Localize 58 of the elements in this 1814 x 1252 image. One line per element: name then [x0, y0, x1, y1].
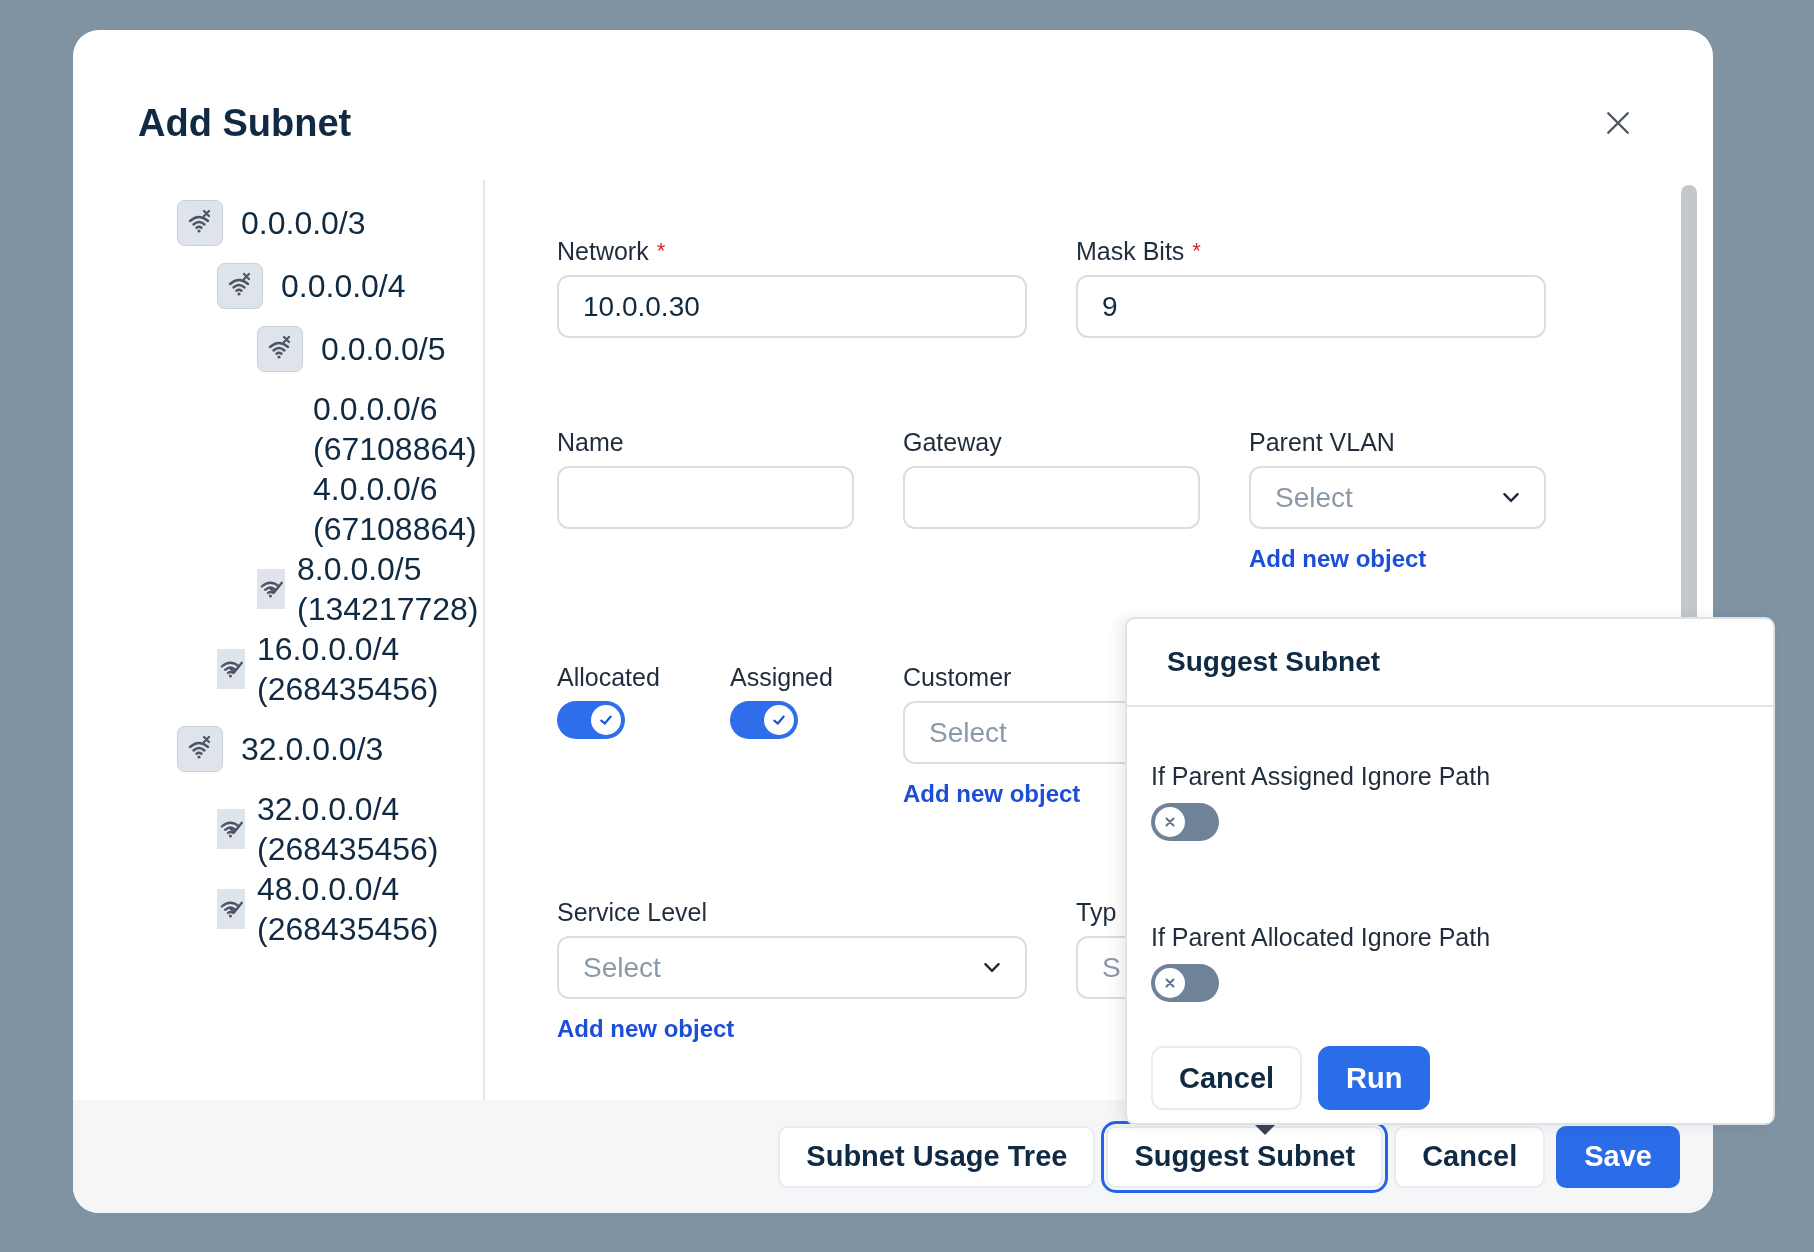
field-label: Mask Bits — [1076, 236, 1185, 266]
add-object-link[interactable]: Add new object — [557, 1015, 735, 1043]
field-label: Typ — [1076, 897, 1117, 927]
toggle-switch[interactable] — [730, 701, 798, 739]
option-label: If Parent Allocated Ignore Path — [1151, 923, 1491, 952]
wifi-check-icon[interactable] — [257, 569, 285, 609]
subnet-label[interactable]: 0.0.0.0/6 (67108864) — [313, 389, 477, 469]
check-icon — [772, 713, 786, 727]
wifi-off-icon[interactable] — [177, 200, 223, 246]
subnet-label[interactable]: 0.0.0.0/5 — [321, 329, 446, 369]
chevron-down-icon — [1502, 492, 1520, 503]
close-icon[interactable] — [1605, 110, 1631, 136]
toggle-switch[interactable] — [557, 701, 625, 739]
footer-button[interactable]: Subnet Usage Tree — [778, 1125, 1096, 1188]
wifi-check-icon[interactable] — [217, 889, 245, 929]
wifi-check-icon[interactable] — [217, 809, 245, 849]
subnet-label[interactable]: 16.0.0.0/4 (268435456) — [257, 629, 439, 709]
wifi-off-icon[interactable] — [257, 326, 303, 372]
option-label: If Parent Assigned Ignore Path — [1151, 762, 1491, 791]
toggle-switch[interactable] — [1151, 964, 1219, 1002]
field-label: Gateway — [903, 427, 1002, 457]
field-label: Network — [557, 236, 649, 266]
text-field[interactable]: 10.0.0.30 — [557, 275, 1027, 338]
field-label: Assigned — [730, 662, 833, 692]
wifi-off-icon[interactable] — [217, 263, 263, 309]
wifi-off-icon[interactable] — [177, 726, 223, 772]
check-icon — [599, 713, 613, 727]
subnet-label[interactable]: 0.0.0.0/3 — [241, 203, 366, 243]
toggle-switch[interactable] — [1151, 803, 1219, 841]
required-mark: * — [656, 238, 666, 264]
subnet-label[interactable]: 48.0.0.0/4 (268435456) — [257, 869, 439, 949]
subnet-label[interactable]: 0.0.0.0/4 — [281, 266, 406, 306]
popover-button[interactable]: Run — [1318, 1046, 1431, 1110]
field-label: Customer — [903, 662, 1012, 692]
field-label: Service Level — [557, 897, 708, 927]
wifi-check-icon[interactable] — [217, 649, 245, 689]
subnet-label[interactable]: 32.0.0.0/3 — [241, 729, 384, 769]
text-field[interactable] — [903, 466, 1200, 529]
subnet-label[interactable]: 32.0.0.0/4 (268435456) — [257, 789, 439, 869]
subnet-label[interactable]: 8.0.0.0/5 (134217728) — [297, 549, 479, 629]
popover-pointer — [1253, 1123, 1277, 1137]
x-icon — [1163, 976, 1177, 990]
field-label: Allocated — [557, 662, 660, 692]
dialog-title: Add Subnet — [138, 101, 352, 145]
add-object-link[interactable]: Add new object — [903, 780, 1081, 808]
chevron-down-icon — [983, 962, 1001, 973]
add-object-link[interactable]: Add new object — [1249, 545, 1427, 573]
text-field[interactable] — [557, 466, 854, 529]
text-field[interactable]: 9 — [1076, 275, 1546, 338]
field-label: Name — [557, 427, 624, 457]
popover-title: Suggest Subnet — [1127, 619, 1773, 707]
footer-button[interactable]: Cancel — [1394, 1125, 1546, 1188]
subnet-label[interactable]: 4.0.0.0/6 (67108864) — [313, 469, 477, 549]
x-icon — [1163, 815, 1177, 829]
required-mark: * — [1192, 238, 1201, 264]
popover-button[interactable]: Cancel — [1151, 1046, 1303, 1110]
field-label: Parent VLAN — [1249, 427, 1395, 457]
footer-button[interactable]: Save — [1556, 1125, 1680, 1188]
